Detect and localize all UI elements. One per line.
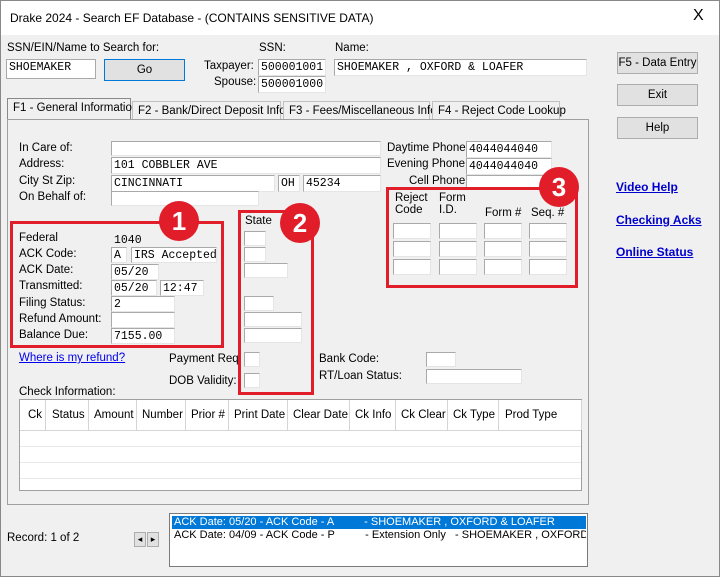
column-header[interactable]: Ck Clear bbox=[401, 400, 446, 430]
column-header[interactable]: Amount bbox=[94, 400, 134, 430]
checking-acks-link[interactable]: Checking Acks bbox=[616, 213, 702, 227]
on-behalf-of-label: On Behalf of: bbox=[19, 191, 87, 203]
evening-phone-field[interactable]: 4044044040 bbox=[466, 158, 552, 175]
address-label: Address: bbox=[19, 158, 65, 170]
dob-validity-label: DOB Validity: bbox=[169, 375, 237, 387]
search-ef-window: Drake 2024 - Search EF Database - (CONTA… bbox=[0, 0, 720, 577]
bank-code-field[interactable] bbox=[426, 352, 456, 367]
city-state-zip-label: City St Zip: bbox=[19, 175, 76, 187]
video-help-link[interactable]: Video Help bbox=[616, 180, 678, 194]
go-button[interactable]: Go bbox=[104, 59, 185, 81]
spouse-label: Spouse: bbox=[214, 76, 257, 88]
spouse-ssn[interactable]: 500001000 bbox=[258, 76, 326, 93]
help-button[interactable]: Help bbox=[617, 117, 698, 139]
daytime-phone-label: Daytime Phone: bbox=[387, 142, 469, 154]
taxpayer-label: Taxpayer: bbox=[204, 60, 254, 72]
column-header[interactable]: Print Date bbox=[234, 400, 285, 430]
data-entry-button[interactable]: F5 - Data Entry bbox=[617, 52, 698, 74]
taxpayer-name[interactable]: SHOEMAKER , OXFORD & LOAFER bbox=[334, 59, 587, 76]
annotation-badge-1: 1 bbox=[159, 201, 199, 241]
rt-loan-status-label: RT/Loan Status: bbox=[319, 370, 402, 382]
previous-record-button[interactable]: ◂ bbox=[134, 532, 146, 547]
annotation-box-federal bbox=[10, 221, 224, 348]
exit-button[interactable]: Exit bbox=[617, 84, 698, 106]
list-item[interactable]: ACK Date: 05/20 - ACK Code - A - SHOEMAK… bbox=[172, 516, 586, 529]
evening-phone-label: Evening Phone: bbox=[387, 158, 469, 170]
ssn-header: SSN: bbox=[259, 42, 286, 54]
check-information-grid[interactable]: Ck Status Amount Number Prior # Print Da… bbox=[19, 399, 582, 491]
column-header[interactable]: Ck Info bbox=[355, 400, 391, 430]
close-icon[interactable]: X bbox=[693, 7, 704, 25]
annotation-badge-2: 2 bbox=[280, 203, 320, 243]
where-is-my-refund-link[interactable]: Where is my refund? bbox=[19, 352, 125, 364]
column-header[interactable]: Ck Type bbox=[453, 400, 495, 430]
column-header[interactable]: Prior # bbox=[191, 400, 225, 430]
tab-reject-code-lookup[interactable]: F4 - Reject Code Lookup bbox=[432, 101, 566, 120]
name-header: Name: bbox=[335, 42, 369, 54]
column-header[interactable]: Number bbox=[142, 400, 183, 430]
column-header[interactable]: Prod Type bbox=[505, 400, 557, 430]
in-care-of-field[interactable] bbox=[111, 141, 381, 156]
next-record-button[interactable]: ▸ bbox=[147, 532, 159, 547]
rt-loan-status-field[interactable] bbox=[426, 369, 522, 384]
cell-phone-label: Cell Phone: bbox=[409, 175, 469, 187]
in-care-of-label: In Care of: bbox=[19, 142, 73, 154]
search-input[interactable]: SHOEMAKER bbox=[6, 59, 96, 79]
check-information-label: Check Information: bbox=[19, 386, 116, 398]
daytime-phone-field[interactable]: 4044044040 bbox=[466, 141, 552, 158]
column-header[interactable]: Clear Date bbox=[293, 400, 348, 430]
title-bar: Drake 2024 - Search EF Database - (CONTA… bbox=[1, 1, 719, 35]
state-field[interactable]: OH bbox=[278, 175, 300, 192]
record-list[interactable]: ACK Date: 05/20 - ACK Code - A - SHOEMAK… bbox=[169, 513, 588, 567]
tab-general-information[interactable]: F1 - General Information bbox=[7, 98, 138, 120]
column-header[interactable]: Ck bbox=[28, 400, 42, 430]
tab-bank-direct-deposit[interactable]: F2 - Bank/Direct Deposit Info bbox=[132, 101, 286, 120]
online-status-link[interactable]: Online Status bbox=[616, 245, 693, 259]
zip-field[interactable]: 45234 bbox=[303, 175, 381, 192]
tab-fees-miscellaneous[interactable]: F3 - Fees/Miscellaneous Info bbox=[283, 101, 437, 120]
bank-code-label: Bank Code: bbox=[319, 353, 380, 365]
annotation-badge-3: 3 bbox=[539, 167, 579, 207]
window-title: Drake 2024 - Search EF Database - (CONTA… bbox=[10, 11, 374, 25]
column-header[interactable]: Status bbox=[52, 400, 85, 430]
list-item[interactable]: ACK Date: 04/09 - ACK Code - P - Extensi… bbox=[172, 529, 586, 542]
payment-req-label: Payment Req. bbox=[169, 353, 242, 365]
address-field[interactable]: 101 COBBLER AVE bbox=[111, 157, 381, 174]
taxpayer-ssn[interactable]: 500001001 bbox=[258, 59, 326, 76]
search-label: SSN/EIN/Name to Search for: bbox=[7, 42, 160, 54]
record-counter: Record: 1 of 2 bbox=[7, 532, 80, 544]
city-field[interactable]: CINCINNATI bbox=[111, 175, 275, 192]
